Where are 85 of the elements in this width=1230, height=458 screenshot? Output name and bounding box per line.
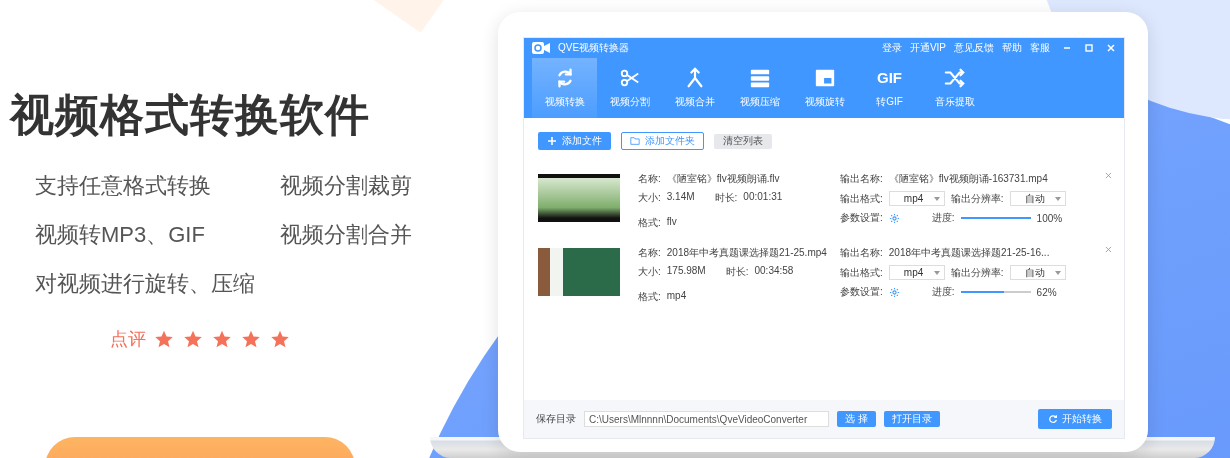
duration-label: 时长:: [714, 191, 738, 205]
progress-label: 进度:: [931, 285, 955, 299]
shuffle-icon: [943, 67, 966, 89]
choose-button[interactable]: 选 择: [837, 411, 876, 427]
output-name: 2018年中考真题课选择题21-25-16...: [888, 246, 1050, 260]
duration-label: 时长:: [725, 265, 749, 279]
progress-reading: 62%: [1036, 286, 1057, 298]
star-icon: [154, 329, 174, 349]
path-field[interactable]: C:\Users\Mlnnnn\Documents\QveVideoConverter: [584, 411, 829, 427]
add-folder-button[interactable]: 添加文件夹: [621, 132, 704, 150]
folder-icon: [630, 136, 640, 146]
feature-text: 视频转MP3、GIF: [35, 221, 206, 249]
tool-tab[interactable]: 视频合并: [662, 58, 727, 118]
star-icon: [183, 329, 203, 349]
caret-icon: [1054, 196, 1061, 201]
output-name-label: 输出名称:: [840, 172, 883, 186]
feature-text: 对视频进行旋转、压缩: [35, 270, 256, 298]
output-format-label: 输出格式:: [840, 265, 883, 280]
output-format-label: 输出格式:: [840, 191, 883, 206]
window-icon: [813, 67, 836, 89]
header-link[interactable]: 客服: [1030, 41, 1050, 55]
file-size: 175.98M: [666, 265, 706, 278]
params-label: 参数设置:: [840, 211, 883, 225]
star-icon: [241, 329, 261, 349]
stacked-bars-icon: [748, 67, 771, 89]
size-label: 大小:: [638, 265, 661, 279]
file-name: 2018年中考真题课选择题21-25.mp4: [666, 246, 827, 260]
plus-icon: [547, 136, 557, 146]
close-icon[interactable]: [1105, 172, 1112, 179]
format-label: 格式:: [638, 216, 661, 230]
add-file-button[interactable]: 添加文件: [538, 132, 611, 150]
open-folder-button[interactable]: 打开目录: [883, 411, 940, 427]
gif-icon: GIF: [877, 67, 902, 89]
tool-tab[interactable]: GIF 转GIF: [857, 58, 922, 118]
header-link[interactable]: 登录: [881, 41, 902, 55]
scissors-icon: [618, 67, 641, 89]
header-link[interactable]: 开通VIP: [909, 41, 946, 55]
maximize-icon[interactable]: [1084, 43, 1094, 53]
tool-tab[interactable]: 视频压缩: [727, 58, 792, 118]
close-icon[interactable]: [1105, 246, 1112, 253]
resolution-label: 输出分辨率:: [950, 265, 1004, 280]
feature-text: 视频分割合并: [280, 221, 413, 249]
header-link[interactable]: 帮助: [1002, 41, 1022, 55]
file-duration: 00:01:31: [743, 191, 783, 204]
file-duration: 00:34:58: [754, 265, 794, 278]
name-label: 名称:: [638, 172, 661, 186]
progress-label: 进度:: [931, 211, 955, 225]
rating-label: 点评: [110, 328, 146, 351]
feature-text: 视频分割裁剪: [280, 172, 413, 200]
tool-tab[interactable]: 视频转换: [532, 58, 597, 118]
output-name: 《陋室铭》flv视频朗诵-163731.mp4: [888, 172, 1048, 186]
caret-icon: [1054, 270, 1061, 275]
resolution-dropdown[interactable]: 自动: [1009, 265, 1066, 280]
file-name: 《陋室铭》flv视频朗诵.flv: [666, 172, 780, 186]
tool-tab[interactable]: 视频分割: [597, 58, 662, 118]
resolution-label: 输出分辨率:: [950, 191, 1004, 206]
hero-title: 视频格式转换软件: [10, 89, 371, 141]
star-icon: [270, 329, 290, 349]
size-label: 大小:: [638, 191, 661, 205]
tool-tab[interactable]: 音乐提取: [922, 58, 987, 118]
file-format: mp4: [666, 290, 687, 303]
start-button[interactable]: 开始转换: [1038, 409, 1112, 429]
progress-reading: 100%: [1036, 212, 1063, 224]
resolution-dropdown[interactable]: 自动: [1009, 191, 1066, 206]
tool-tab[interactable]: 视频旋转: [792, 58, 857, 118]
caret-icon: [933, 196, 940, 201]
format-dropdown[interactable]: mp4: [888, 191, 945, 206]
save-folder-label: 保存目录: [536, 412, 576, 426]
header-link[interactable]: 意见反馈: [954, 41, 994, 55]
refresh-icon: [1048, 414, 1058, 424]
output-name-label: 输出名称:: [840, 246, 883, 260]
file-format: flv: [666, 216, 677, 229]
star-icon: [212, 329, 232, 349]
feature-text: 支持任意格式转换: [35, 172, 212, 200]
camera-logo-icon: [532, 42, 550, 54]
settings-icon[interactable]: [888, 212, 900, 224]
name-label: 名称:: [638, 246, 661, 260]
app-title: QVE视频转换器: [558, 41, 630, 55]
format-label: 格式:: [638, 290, 661, 304]
settings-icon[interactable]: [888, 286, 900, 298]
clear-list-button[interactable]: 清空列表: [714, 133, 772, 149]
file-size: 3.14M: [666, 191, 695, 204]
caret-icon: [933, 270, 940, 275]
format-dropdown[interactable]: mp4: [888, 265, 945, 280]
params-label: 参数设置:: [840, 285, 883, 299]
